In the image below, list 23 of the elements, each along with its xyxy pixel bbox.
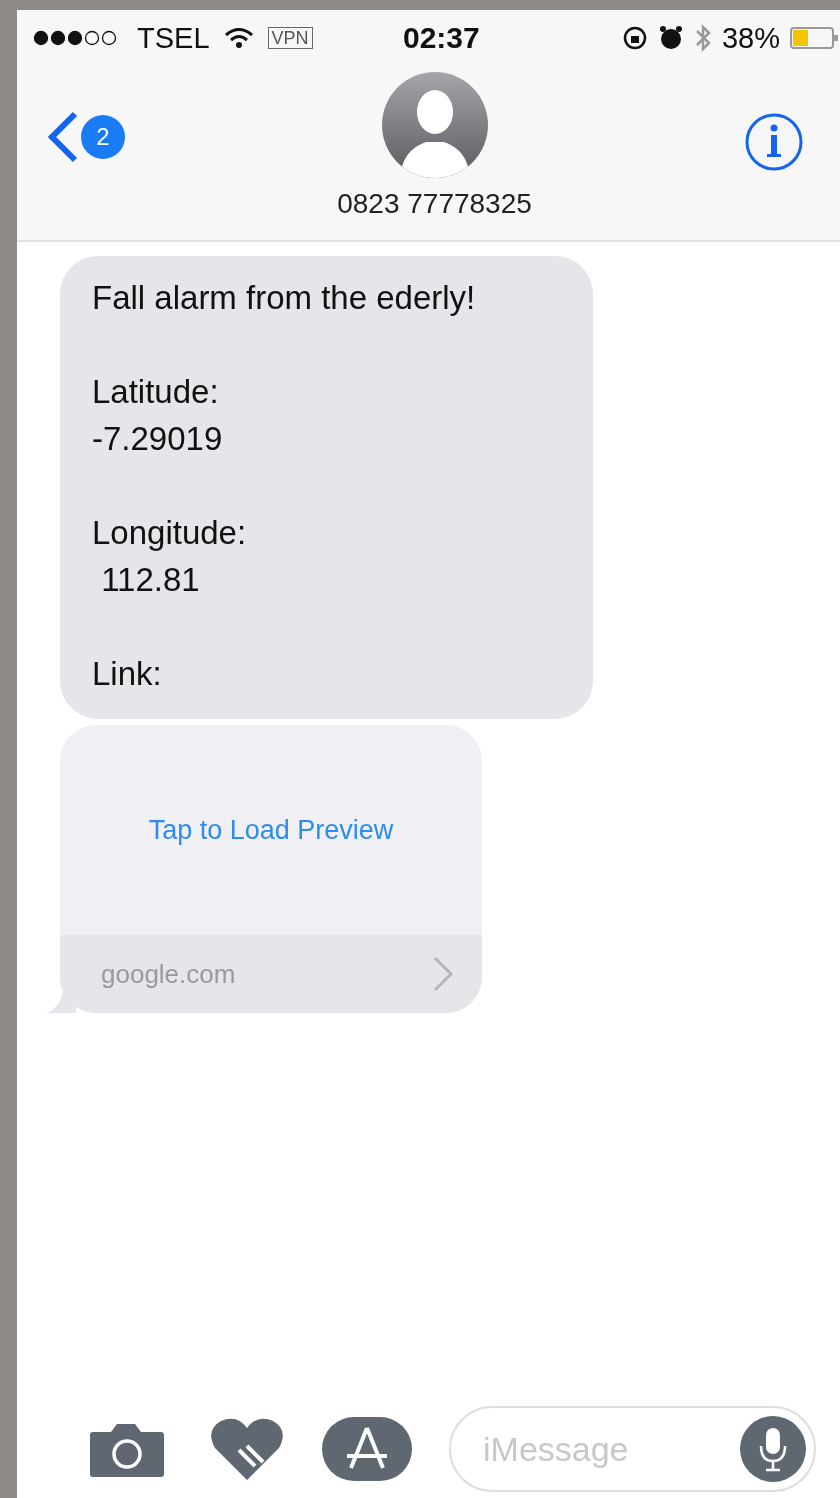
chevron-icon [432, 955, 454, 993]
battery-icon [790, 26, 840, 50]
load-preview-link[interactable]: Tap to Load Preview [60, 725, 482, 935]
message-field[interactable]: iMessage [449, 1406, 816, 1492]
clock: 02:37 [403, 21, 481, 55]
contact-number: 0823 77778325 [337, 188, 532, 220]
battery-percentage: 38% [721, 21, 780, 55]
bluetooth-icon [693, 23, 712, 53]
wifi-icon [223, 27, 254, 49]
carrier-name: TSEL [137, 21, 210, 55]
unread-badge: 2 [81, 115, 125, 159]
back-button[interactable]: 2 [47, 110, 125, 164]
alarm-icon [657, 25, 684, 51]
message-bubble: Fall alarm from the ederly! Latitude: -7.29019 Longitude: 112.81 Link: [60, 256, 593, 719]
link-preview-card[interactable]: Tap to Load Preview google.com [60, 725, 482, 1013]
vpn-indicator: VPN [267, 27, 313, 49]
back-chevron-icon [47, 110, 79, 164]
link-domain: google.com [101, 958, 236, 990]
bubble-tail [46, 993, 76, 1013]
microphone-icon [758, 1426, 788, 1472]
rotation-lock-icon [621, 25, 648, 51]
avatar[interactable] [381, 72, 488, 178]
microphone-button[interactable] [740, 1416, 806, 1482]
